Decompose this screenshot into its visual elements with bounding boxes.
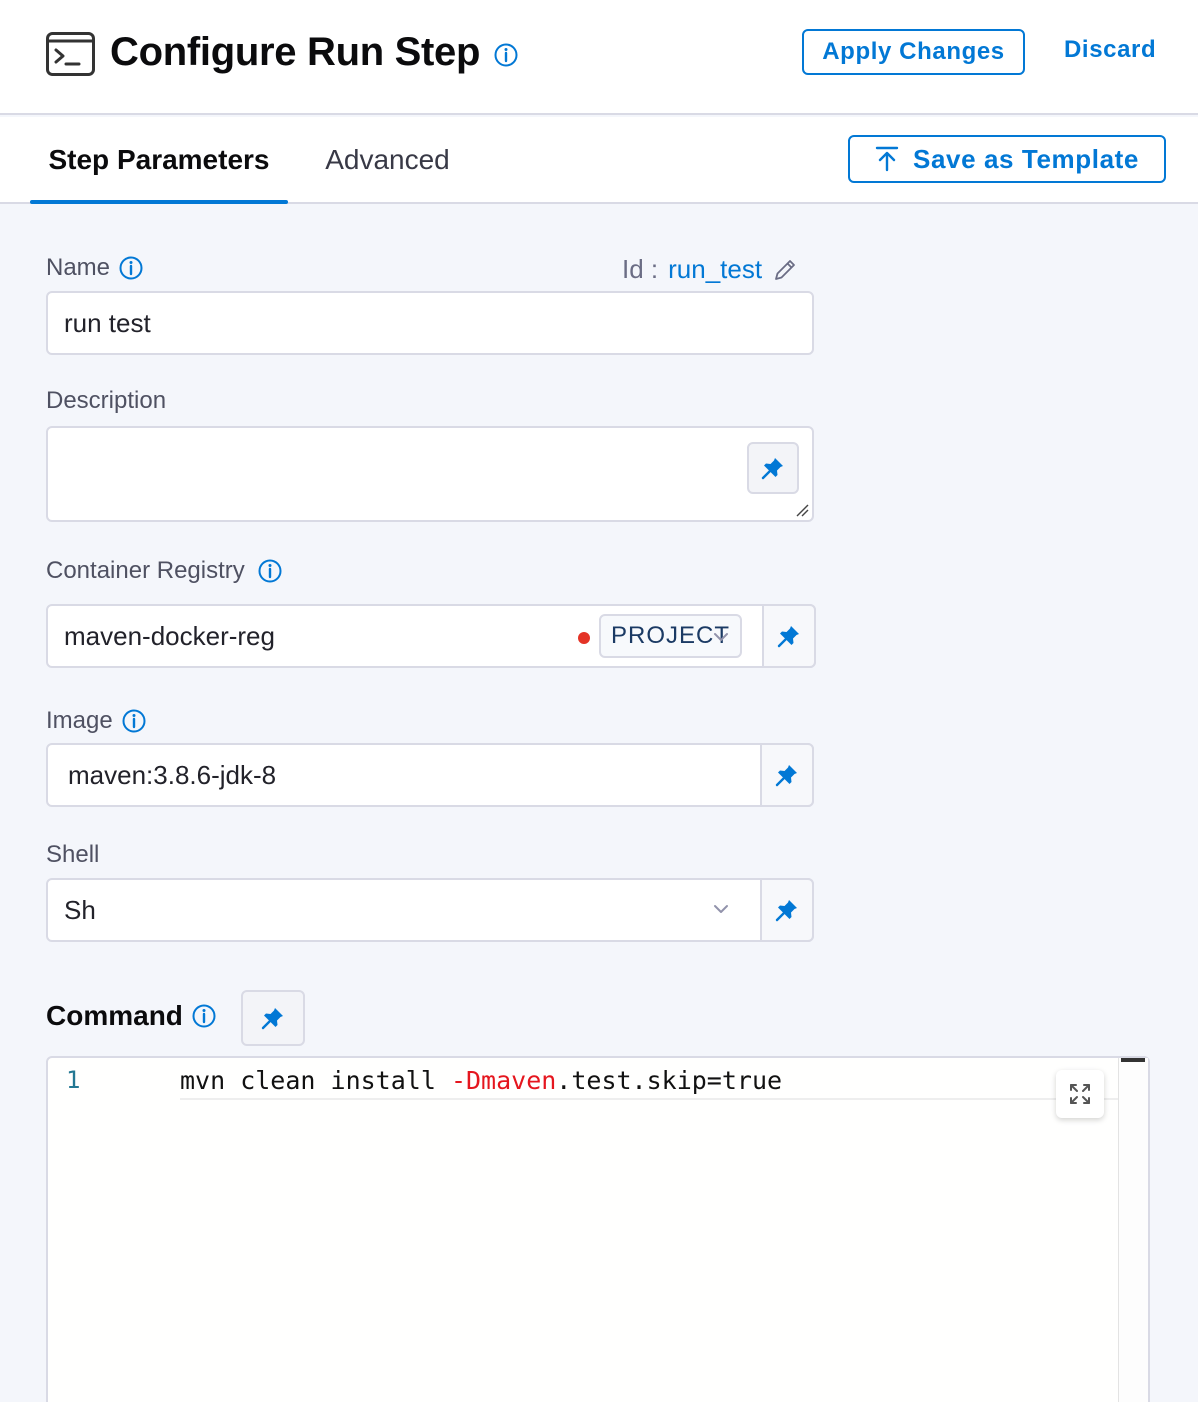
command-label: Command bbox=[46, 1000, 217, 1032]
code-editor[interactable] bbox=[46, 1056, 1150, 1402]
info-icon[interactable] bbox=[121, 708, 147, 734]
pin-icon bbox=[261, 1008, 283, 1030]
shell-label: Shell bbox=[46, 841, 100, 868]
terminal-icon bbox=[46, 32, 95, 76]
code-text-rest: .test.skip=true bbox=[556, 1066, 783, 1095]
shell-select[interactable]: Sh bbox=[46, 878, 814, 942]
description-textarea[interactable] bbox=[46, 426, 814, 522]
edit-icon[interactable] bbox=[772, 257, 798, 283]
info-icon[interactable] bbox=[493, 42, 519, 68]
image-label-text: Image bbox=[46, 707, 113, 734]
upload-icon bbox=[875, 146, 899, 172]
description-pin-button[interactable] bbox=[747, 442, 799, 494]
expand-editor-button[interactable] bbox=[1056, 1070, 1104, 1118]
save-as-template-button[interactable]: Save as Template bbox=[848, 135, 1166, 183]
container-registry-label: Container Registry bbox=[46, 557, 283, 585]
id-label: Id : bbox=[622, 254, 659, 284]
code-text: mvn clean install bbox=[180, 1066, 451, 1095]
image-pin-button[interactable] bbox=[760, 743, 814, 807]
image-label: Image bbox=[46, 707, 147, 735]
pin-icon bbox=[775, 765, 797, 787]
save-as-template-label: Save as Template bbox=[913, 143, 1139, 174]
name-label: Name bbox=[46, 254, 144, 282]
name-input[interactable]: run test bbox=[46, 291, 814, 355]
discard-button[interactable]: Discard bbox=[1064, 36, 1156, 64]
expand-icon bbox=[1070, 1084, 1090, 1104]
header: Configure Run Step Apply Changes Discard bbox=[0, 0, 1198, 115]
editor-scrollbar[interactable] bbox=[1118, 1058, 1148, 1402]
name-value: run test bbox=[64, 308, 151, 338]
container-registry-label-text: Container Registry bbox=[46, 557, 245, 584]
container-registry-select[interactable]: maven-docker-reg PROJECT bbox=[46, 604, 816, 668]
description-label: Description bbox=[46, 387, 167, 414]
command-label-text: Command bbox=[46, 1000, 183, 1031]
shell-value: Sh bbox=[64, 895, 96, 925]
tab-bar: Step Parameters Advanced Save as Templat… bbox=[0, 117, 1198, 204]
page-title: Configure Run Step bbox=[110, 30, 481, 74]
id-value[interactable]: run_test bbox=[668, 254, 762, 285]
code-line[interactable]: mvn clean install -Dmaven.test.skip=true bbox=[180, 1064, 1146, 1100]
tab-step-parameters[interactable]: Step Parameters bbox=[30, 117, 288, 204]
apply-changes-button[interactable]: Apply Changes bbox=[802, 29, 1025, 75]
resize-grip-icon[interactable] bbox=[795, 503, 809, 517]
image-input[interactable]: maven:3.8.6-jdk-8 bbox=[46, 743, 814, 807]
chevron-down-icon[interactable] bbox=[710, 898, 732, 920]
image-value: maven:3.8.6-jdk-8 bbox=[68, 760, 277, 790]
command-pin-button[interactable] bbox=[241, 990, 305, 1046]
code-flag: -Dmaven bbox=[450, 1066, 557, 1095]
container-registry-value: maven-docker-reg bbox=[64, 621, 275, 651]
info-icon[interactable] bbox=[257, 558, 283, 584]
step-id: Id : run_test bbox=[622, 254, 798, 285]
shell-pin-button[interactable] bbox=[760, 878, 814, 942]
info-icon[interactable] bbox=[118, 255, 144, 281]
tab-advanced[interactable]: Advanced bbox=[305, 117, 470, 202]
name-label-text: Name bbox=[46, 254, 111, 281]
line-number: 1 bbox=[66, 1066, 81, 1094]
pin-icon bbox=[777, 626, 799, 648]
pin-icon bbox=[761, 458, 783, 480]
chevron-down-icon[interactable] bbox=[710, 626, 732, 648]
info-icon[interactable] bbox=[191, 1003, 217, 1029]
container-registry-pin-button[interactable] bbox=[762, 604, 816, 668]
pin-icon bbox=[775, 900, 797, 922]
status-dot bbox=[578, 632, 590, 644]
scrollbar-thumb[interactable] bbox=[1121, 1058, 1145, 1062]
